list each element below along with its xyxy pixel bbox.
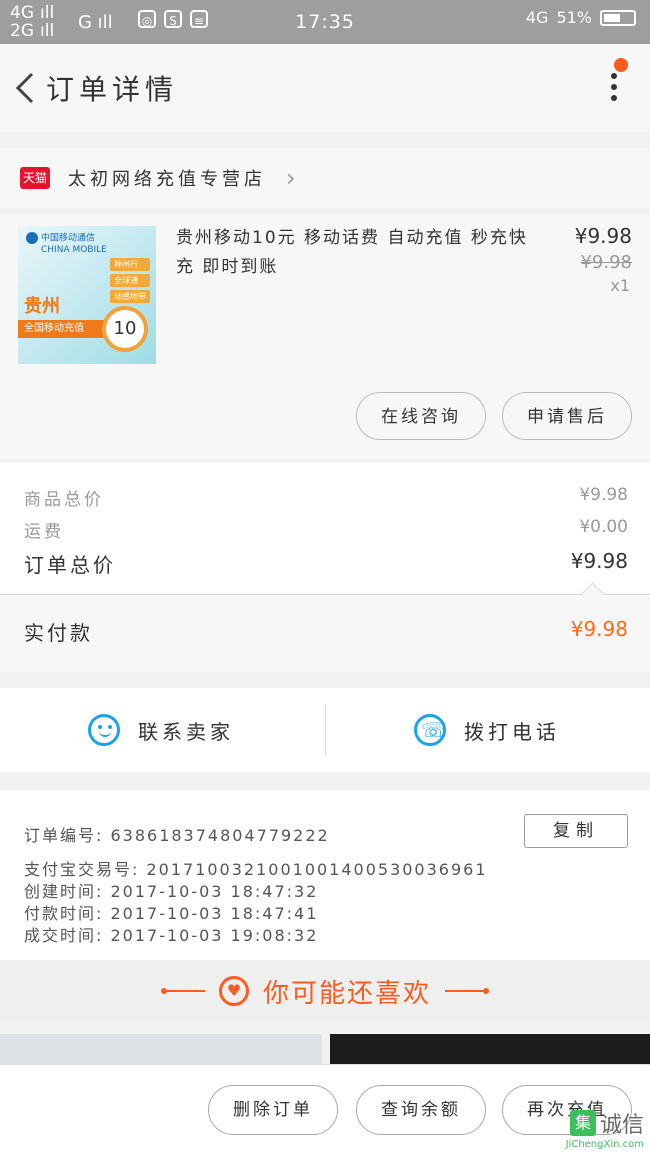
notification-dot	[614, 58, 628, 72]
delete-order-button[interactable]: 删除订单	[208, 1085, 338, 1135]
thumb-tags: 神州行 全球通 动感地带	[110, 258, 150, 303]
contact-seller-label: 联系卖家	[138, 719, 234, 744]
page-title: 订单详情	[46, 73, 179, 106]
divider	[325, 704, 326, 756]
order-total-value: ¥9.98	[570, 549, 628, 573]
network-4g-right: 4G	[525, 8, 549, 27]
heart-icon: ♥	[218, 976, 249, 1006]
done-time: 成交时间: 2017-10-03 19:08:32	[24, 926, 319, 945]
bottom-action-bar: 删除订单 查询余额 再次充值 集 诚信 JiChengXin.com	[0, 1064, 650, 1156]
created-time: 创建时间: 2017-10-03 18:47:32	[24, 882, 319, 901]
price-summary: 商品总价 ¥9.98 运费 ¥0.00 订单总价 ¥9.98	[0, 463, 650, 593]
watermark-logo: 集	[569, 1110, 596, 1136]
recommend-title: 你可能还喜欢	[262, 978, 431, 1009]
call-button[interactable]: 拨打电话	[414, 688, 560, 772]
paid-time: 付款时间: 2017-10-03 18:47:41	[24, 904, 319, 923]
status-bar: 4G ıll 2G ıll G ıll ◎ S ≡ 17:35 4G 51%	[0, 0, 650, 44]
tag-1: 神州行	[110, 258, 150, 271]
quantity: x1	[610, 276, 630, 295]
product-price: ¥9.98	[574, 224, 632, 248]
contact-seller-button[interactable]: 联系卖家	[88, 688, 234, 772]
goods-total-row: 商品总价 ¥9.98	[24, 485, 628, 510]
decor-line-left	[160, 988, 205, 994]
paid-label: 实付款	[24, 621, 93, 645]
aftersale-button[interactable]: 申请售后	[502, 392, 632, 440]
tag-3: 动感地带	[110, 290, 150, 303]
province-label: 贵州	[24, 296, 60, 317]
alipay-number: 支付宝交易号: 2017100321001001400530036961	[24, 860, 488, 879]
brand-label: 中国移动通信	[41, 233, 96, 244]
tmall-badge: 天猫	[20, 167, 50, 189]
shipping-value: ¥0.00	[579, 517, 628, 537]
shipping-row: 运费 ¥0.00	[24, 517, 628, 542]
paid-row: 实付款 ¥9.98	[0, 582, 650, 671]
goods-total-label: 商品总价	[24, 490, 104, 510]
store-name: 太初网络充值专营店	[68, 169, 266, 190]
chevron-right-icon: ›	[286, 164, 296, 192]
app-header: 订单详情	[0, 44, 650, 132]
product-card: 中国移动通信 CHINA MOBILE 神州行 全球通 动感地带 贵州 全国移动…	[0, 214, 650, 459]
tag-2: 全球通	[110, 274, 150, 287]
paid-value: ¥9.98	[570, 617, 628, 641]
original-price: ¥9.98	[580, 252, 632, 273]
call-label: 拨打电话	[464, 719, 560, 744]
status-right: 4G 51%	[526, 8, 636, 27]
product-name[interactable]: 贵州移动10元 移动话费 自动充值 秒充快充 即时到账	[176, 224, 536, 282]
goods-total-value: ¥9.98	[579, 485, 628, 505]
recommend-item[interactable]	[330, 1034, 650, 1064]
consult-button[interactable]: 在线咨询	[356, 392, 486, 440]
amount-coin: 10	[102, 306, 148, 352]
watermark-text: 诚信	[599, 1113, 644, 1138]
recommend-item[interactable]	[0, 1034, 322, 1064]
order-total-row: 订单总价 ¥9.98	[24, 549, 628, 578]
watermark-url: JiChengXin.com	[565, 1139, 644, 1150]
store-row[interactable]: 天猫 太初网络充值专营店 ›	[0, 148, 650, 208]
phone-icon	[414, 714, 450, 746]
query-balance-button[interactable]: 查询余额	[356, 1085, 486, 1135]
copy-button[interactable]: 复制	[524, 814, 628, 848]
order-number: 订单编号: 638618374804779222	[24, 826, 330, 845]
watermark: 集 诚信 JiChengXin.com	[566, 1107, 644, 1150]
order-total-label: 订单总价	[24, 553, 116, 577]
more-menu-icon[interactable]	[604, 58, 628, 110]
battery-percent: 51%	[556, 8, 592, 27]
china-mobile-logo: 中国移动通信 CHINA MOBILE	[26, 232, 107, 256]
back-icon[interactable]	[10, 70, 44, 106]
order-info: 订单编号: 638618374804779222 复制 支付宝交易号: 2017…	[0, 790, 650, 960]
recommend-list	[0, 1034, 650, 1064]
recommend-header: ♥ 你可能还喜欢	[0, 960, 650, 1022]
product-thumbnail[interactable]: 中国移动通信 CHINA MOBILE 神州行 全球通 动感地带 贵州 全国移动…	[18, 226, 156, 364]
decor-line-right	[445, 988, 489, 994]
brand-en-label: CHINA MOBILE	[41, 244, 107, 255]
shipping-label: 运费	[24, 522, 64, 542]
battery-icon	[600, 9, 636, 26]
chat-face-icon	[88, 714, 120, 746]
contact-bar: 联系卖家 拨打电话	[0, 688, 650, 772]
